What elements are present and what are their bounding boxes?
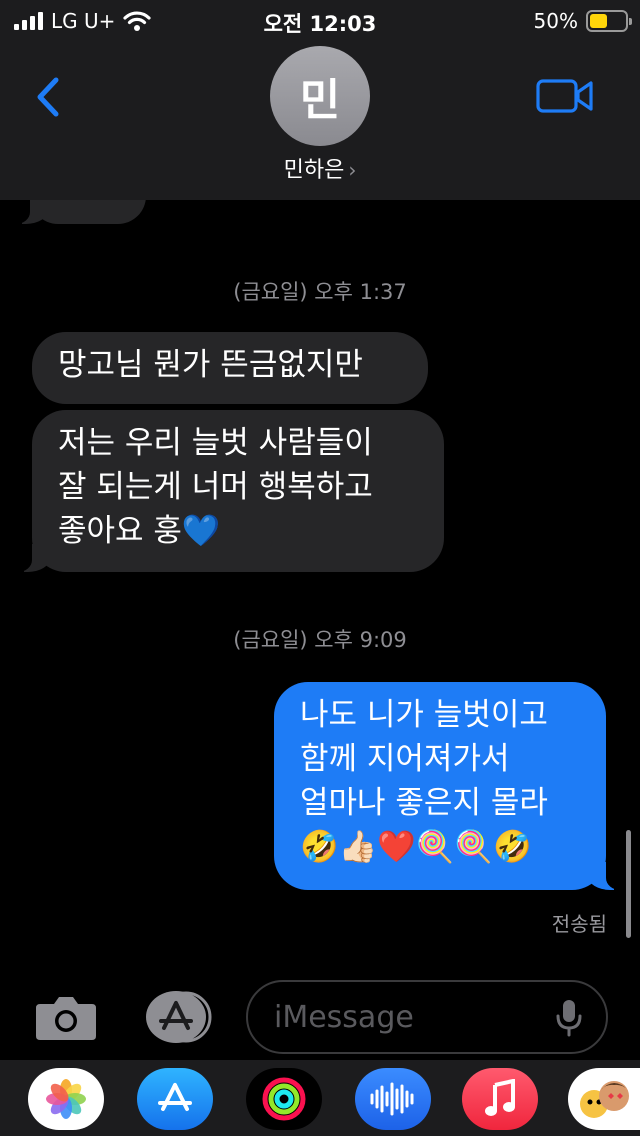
photos-app-icon[interactable] — [28, 1068, 104, 1130]
message-text: 🤣👍🏻❤️🍭🍭🤣 — [300, 829, 532, 865]
microphone-icon[interactable] — [554, 998, 584, 1038]
message-bubble-incoming[interactable]: 망고님 뭔가 뜬금없지만 — [32, 332, 428, 404]
audio-message-app-icon[interactable] — [355, 1068, 431, 1130]
chevron-right-icon: › — [348, 158, 357, 182]
status-bar: LG U+ 오전 12:03 50% — [0, 0, 640, 40]
message-text: 잘 되는게 너머 행복하고 — [58, 469, 373, 505]
scrollbar[interactable] — [626, 830, 631, 938]
conversation-header: LG U+ 오전 12:03 50% 민 민하은 › — [0, 0, 640, 200]
battery-icon — [586, 10, 632, 32]
message-text: 함께 지어져가서 — [300, 741, 510, 777]
imessage-app-drawer — [0, 1060, 640, 1136]
battery-percent: 50% — [533, 9, 578, 33]
camera-button[interactable] — [34, 992, 98, 1042]
avatar-initial: 민 — [299, 75, 341, 126]
message-bubble-incoming[interactable]: 저는 우리 늘벗 사람들이 잘 되는게 너머 행복하고 좋아요 훙💙 — [10, 410, 444, 572]
app-store-button[interactable] — [138, 990, 214, 1044]
status-right: 50% — [533, 8, 632, 34]
message-bubble-outgoing[interactable]: 나도 니가 늘벗이고 함께 지어져가서 얼마나 좋은지 몰라 🤣👍🏻❤️🍭🍭🤣 — [274, 682, 628, 890]
music-app-icon[interactable] — [462, 1068, 538, 1130]
app-store-app-icon[interactable] — [137, 1068, 213, 1130]
message-text: 나도 니가 늘벗이고 — [300, 697, 548, 733]
fitness-app-icon[interactable] — [246, 1068, 322, 1130]
timestamp: (금요일) 오후 1:37 — [233, 280, 407, 304]
memoji-stickers-app-icon[interactable] — [568, 1068, 640, 1130]
video-call-button[interactable] — [536, 78, 594, 114]
contact-name: 민하은 — [283, 158, 345, 183]
contact-name-button[interactable]: 민하은 › — [0, 152, 640, 184]
message-text: 망고님 뭔가 뜬금없지만 — [58, 347, 363, 383]
timestamp: (금요일) 오후 9:09 — [233, 628, 407, 652]
delivery-status: 전송됨 — [551, 912, 607, 936]
message-text: 얼마나 좋은지 몰라 — [300, 785, 548, 821]
message-text: 저는 우리 늘벗 사람들이 — [58, 425, 373, 461]
avatar[interactable]: 민 — [270, 46, 370, 146]
message-text: 좋아요 훙💙 — [58, 513, 221, 549]
back-button[interactable] — [28, 72, 68, 122]
